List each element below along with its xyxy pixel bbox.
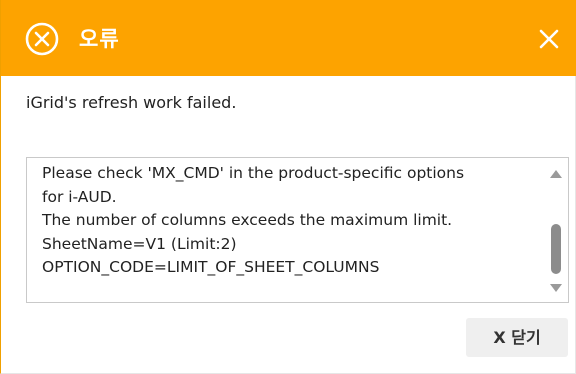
detail-line: OPTION_CODE=LIMIT_OF_SHEET_COLUMNS xyxy=(42,258,380,276)
scroll-down-arrow-icon[interactable] xyxy=(550,284,562,292)
error-dialog: 오류 iGrid's refresh work failed. Please c… xyxy=(0,0,576,374)
detail-line: for i-AUD. xyxy=(42,187,117,206)
detail-line: The number of columns exceeds the maximu… xyxy=(42,211,453,229)
scroll-up-arrow-icon[interactable] xyxy=(550,170,562,178)
dialog-titlebar: 오류 xyxy=(1,0,576,76)
detail-line: SheetName=V1 (Limit:2) xyxy=(42,234,237,253)
scroll-thumb[interactable] xyxy=(551,224,561,274)
detail-line: Please check 'MX_CMD' in the product-spe… xyxy=(42,164,465,182)
vertical-scrollbar[interactable] xyxy=(544,158,568,302)
error-detail-box[interactable]: Please check 'MX_CMD' in the product-spe… xyxy=(26,157,569,303)
error-message: iGrid's refresh work failed. xyxy=(26,93,237,112)
error-circle-x-icon xyxy=(25,22,59,56)
error-detail-text: Please check 'MX_CMD' in the product-spe… xyxy=(42,162,537,280)
close-button[interactable]: X 닫기 xyxy=(466,318,568,357)
close-icon[interactable] xyxy=(537,27,561,51)
dialog-title: 오류 xyxy=(79,27,120,51)
